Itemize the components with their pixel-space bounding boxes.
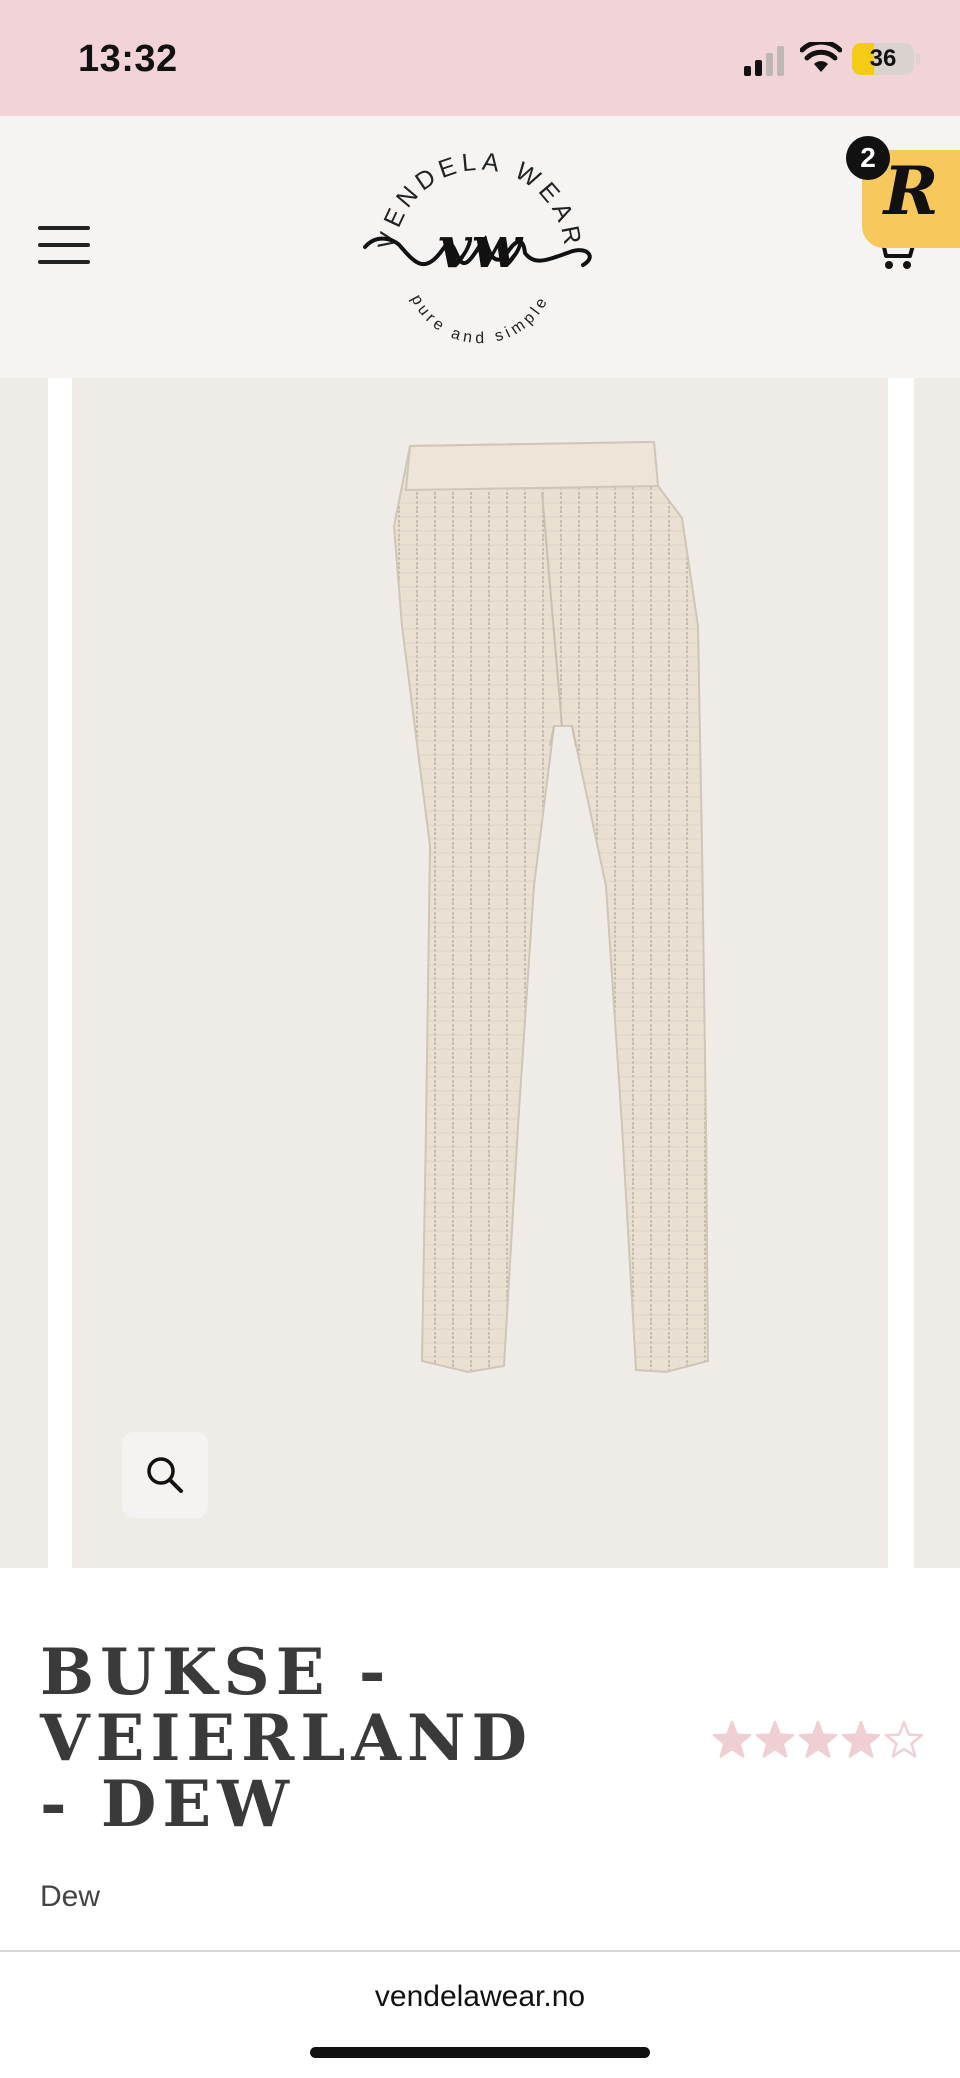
status-time: 13:32 xyxy=(78,38,178,80)
status-bar: 13:32 36 xyxy=(0,0,960,116)
rewards-count-badge: 2 xyxy=(846,136,890,180)
star-filled-icon xyxy=(841,1720,881,1758)
product-variant: Dew xyxy=(40,1880,101,1913)
cellular-signal-icon xyxy=(744,46,784,76)
product-rating[interactable] xyxy=(712,1720,924,1762)
battery-icon: 36 xyxy=(852,43,914,75)
logo-mark: VENDELA WEAR vw pure and simple xyxy=(363,148,592,347)
battery-nub xyxy=(916,53,920,65)
browser-address-bar[interactable]: vendelawear.no xyxy=(0,1952,960,2078)
wifi-icon xyxy=(800,42,842,72)
zoom-button[interactable] xyxy=(122,1432,208,1518)
star-filled-icon xyxy=(712,1720,752,1758)
star-empty-icon xyxy=(884,1720,924,1758)
product-image-trousers xyxy=(392,440,710,1374)
menu-button[interactable] xyxy=(38,226,90,264)
battery-percent: 36 xyxy=(869,45,897,72)
home-indicator[interactable] xyxy=(310,2047,650,2058)
gallery-main-slide[interactable] xyxy=(72,378,888,1568)
zoom-icon xyxy=(147,1457,183,1493)
menu-icon-line xyxy=(38,226,90,230)
star-filled-icon xyxy=(755,1720,795,1758)
browser-url[interactable]: vendelawear.no xyxy=(0,1980,960,2014)
logo-monogram: vw xyxy=(438,213,524,281)
star-filled-icon xyxy=(798,1720,838,1758)
menu-icon-line xyxy=(38,260,90,264)
site-logo[interactable]: VENDELA WEAR vw pure and simple xyxy=(355,135,605,365)
product-title: BUKSE - VEIERLAND - DEW xyxy=(40,1635,533,1842)
product-gallery[interactable] xyxy=(0,378,960,1568)
gallery-prev-slide[interactable] xyxy=(0,378,48,1568)
menu-icon-line xyxy=(38,243,90,247)
gallery-next-slide[interactable] xyxy=(914,378,960,1568)
logo-tagline: pure and simple xyxy=(407,292,552,347)
